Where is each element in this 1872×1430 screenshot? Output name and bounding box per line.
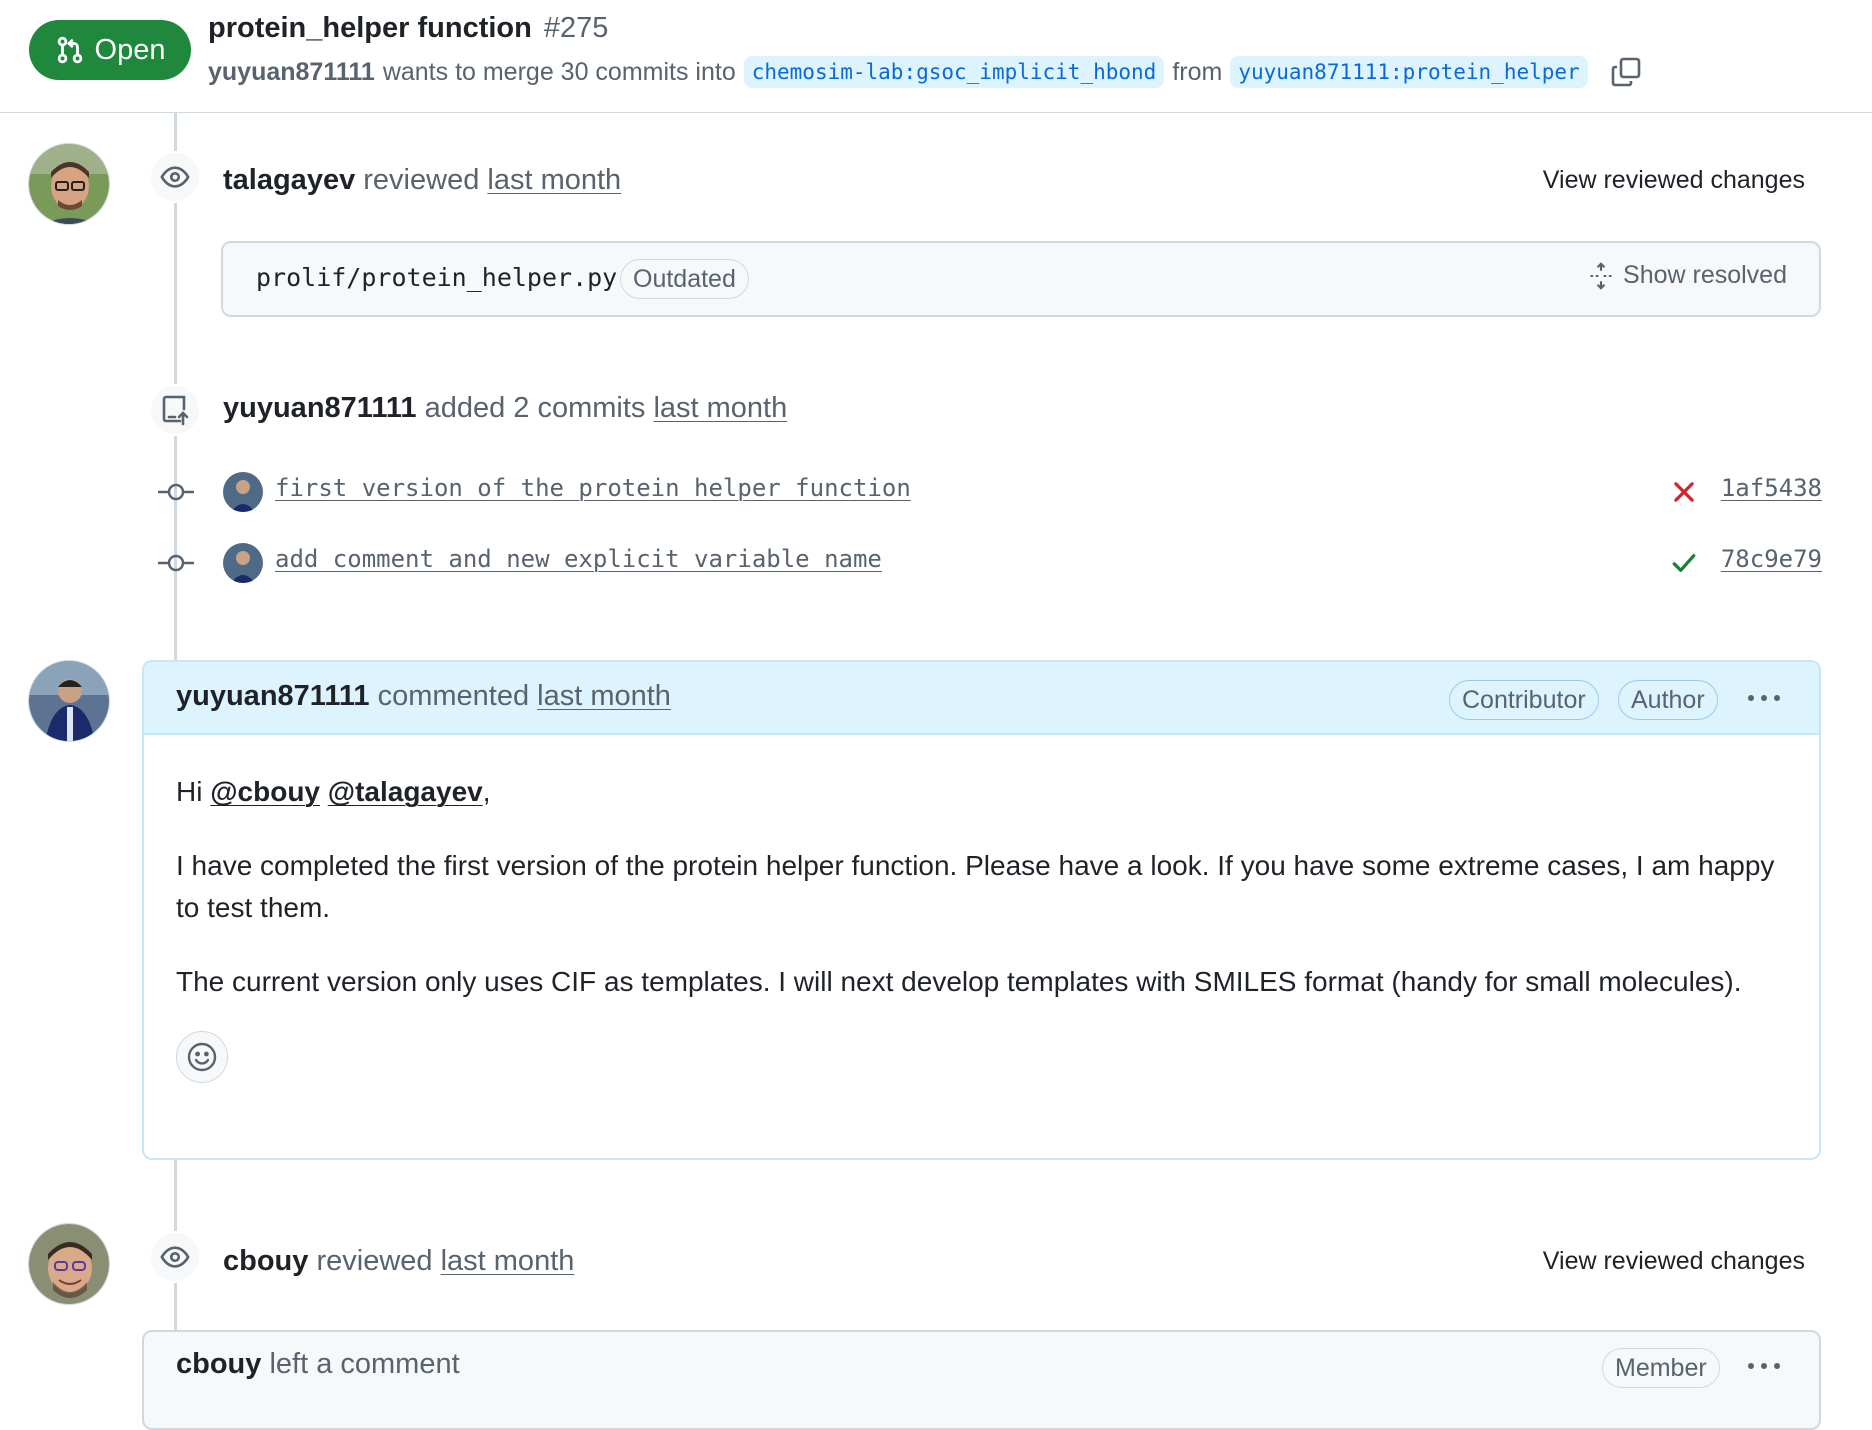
review-action: reviewed — [363, 164, 480, 196]
check-icon[interactable] — [1671, 550, 1697, 576]
pr-state-badge: Open — [29, 20, 191, 80]
from-text: from — [1172, 57, 1223, 86]
copy-icon[interactable] — [1610, 56, 1642, 88]
review-badge — [149, 151, 201, 203]
kebab-horizontal-icon[interactable] — [1745, 682, 1783, 714]
comment-action: left a comment — [269, 1348, 460, 1380]
push-badge — [149, 384, 201, 436]
outdated-label: Outdated — [620, 259, 749, 299]
commits-user-link[interactable]: yuyuan871111 — [223, 392, 417, 424]
review-user-link[interactable]: talagayev — [223, 164, 355, 196]
commits-event: yuyuan871111 added 2 commits last month — [223, 392, 787, 425]
pr-header: Open protein_helper function #275 yuyuan… — [0, 0, 1872, 113]
merge-text: wants to merge 30 commits into — [382, 57, 736, 86]
avatar-cbouy[interactable] — [28, 1223, 110, 1305]
commits-action: added 2 commits — [424, 392, 646, 424]
comment-cbouy: cbouy left a comment Member — [142, 1330, 1821, 1430]
eye-icon — [160, 1246, 190, 1268]
show-resolved-button[interactable]: Show resolved — [1587, 261, 1787, 290]
commit-row: add comment and new explicit variable na… — [150, 543, 1822, 583]
comment-header: yuyuan871111 commented last month Contri… — [144, 662, 1819, 735]
review-event-talagayev: talagayev reviewed last month — [223, 164, 621, 197]
greeting-text: Hi — [176, 776, 203, 807]
review-time-link[interactable]: last month — [487, 164, 621, 196]
view-reviewed-changes-button[interactable]: View reviewed changes — [1543, 166, 1805, 195]
author-label: Author — [1618, 680, 1718, 720]
comment-author-line: cbouy left a comment — [176, 1348, 460, 1381]
head-branch-link[interactable]: yuyuan871111:protein_helper — [1230, 56, 1588, 88]
git-commit-icon — [158, 483, 194, 501]
commits-time-link[interactable]: last month — [653, 392, 787, 424]
commit-message-link[interactable]: first version of the protein helper func… — [275, 474, 911, 502]
comment-body: Hi @cbouy @talagayev, I have completed t… — [144, 735, 1819, 1083]
pr-merge-summary: yuyuan871111 wants to merge 30 commits i… — [208, 52, 1642, 92]
comment-author-link[interactable]: yuyuan871111 — [176, 680, 370, 712]
pr-title-text: protein_helper function — [208, 12, 532, 44]
pr-number: #275 — [543, 12, 609, 44]
view-reviewed-changes-button[interactable]: View reviewed changes — [1543, 1247, 1805, 1276]
git-pull-request-icon — [57, 36, 82, 64]
review-badge — [149, 1231, 201, 1283]
comment-paragraph-2: The current version only uses CIF as tem… — [176, 966, 1742, 997]
kebab-horizontal-icon[interactable] — [1745, 1350, 1783, 1382]
comment-time-link[interactable]: last month — [537, 680, 671, 712]
pr-author-link[interactable]: yuyuan871111 — [208, 58, 375, 87]
git-commit-icon — [158, 554, 194, 572]
show-resolved-label: Show resolved — [1623, 261, 1787, 289]
commit-author-avatar[interactable] — [223, 543, 263, 583]
review-time-link[interactable]: last month — [441, 1245, 575, 1277]
x-icon[interactable] — [1671, 479, 1697, 505]
review-action: reviewed — [316, 1245, 433, 1277]
mention-talagayev[interactable]: @talagayev — [328, 776, 483, 807]
smiley-icon — [187, 1042, 217, 1072]
mention-cbouy[interactable]: @cbouy — [210, 776, 320, 807]
review-user-link[interactable]: cbouy — [223, 1245, 308, 1277]
member-label: Member — [1602, 1348, 1720, 1388]
commit-sha-link[interactable]: 78c9e79 — [1721, 545, 1822, 573]
comment-greeting: Hi @cbouy @talagayev, — [176, 771, 1787, 813]
unfold-icon — [1590, 261, 1612, 290]
pr-title: protein_helper function #275 — [208, 12, 608, 45]
commit-message-link[interactable]: add comment and new explicit variable na… — [275, 545, 882, 573]
pr-state-label: Open — [94, 33, 166, 66]
comment-action: commented — [377, 680, 530, 712]
avatar-talagayev[interactable] — [28, 143, 110, 225]
avatar-yuyuan871111[interactable] — [28, 660, 110, 742]
greeting-comma: , — [482, 776, 491, 807]
review-thread-file: prolif/protein_helper.py Outdated Show r… — [221, 241, 1821, 317]
add-reaction-button[interactable] — [176, 1031, 228, 1083]
commit-author-avatar[interactable] — [223, 472, 263, 512]
comment-author-line: yuyuan871111 commented last month — [176, 680, 671, 713]
comment-author-link[interactable]: cbouy — [176, 1348, 261, 1380]
base-branch-link[interactable]: chemosim-lab:gsoc_implicit_hbond — [743, 56, 1165, 88]
repo-push-icon — [162, 395, 189, 426]
commit-sha-link[interactable]: 1af5438 — [1721, 474, 1822, 502]
commit-row: first version of the protein helper func… — [150, 472, 1822, 512]
comment-yuyuan871111: yuyuan871111 commented last month Contri… — [142, 660, 1821, 1160]
eye-icon — [160, 166, 190, 188]
comment-paragraph-1: I have completed the first version of th… — [176, 850, 1775, 923]
contributor-label: Contributor — [1449, 680, 1599, 720]
file-path-link[interactable]: prolif/protein_helper.py — [256, 263, 617, 292]
review-event-cbouy: cbouy reviewed last month — [223, 1245, 574, 1278]
